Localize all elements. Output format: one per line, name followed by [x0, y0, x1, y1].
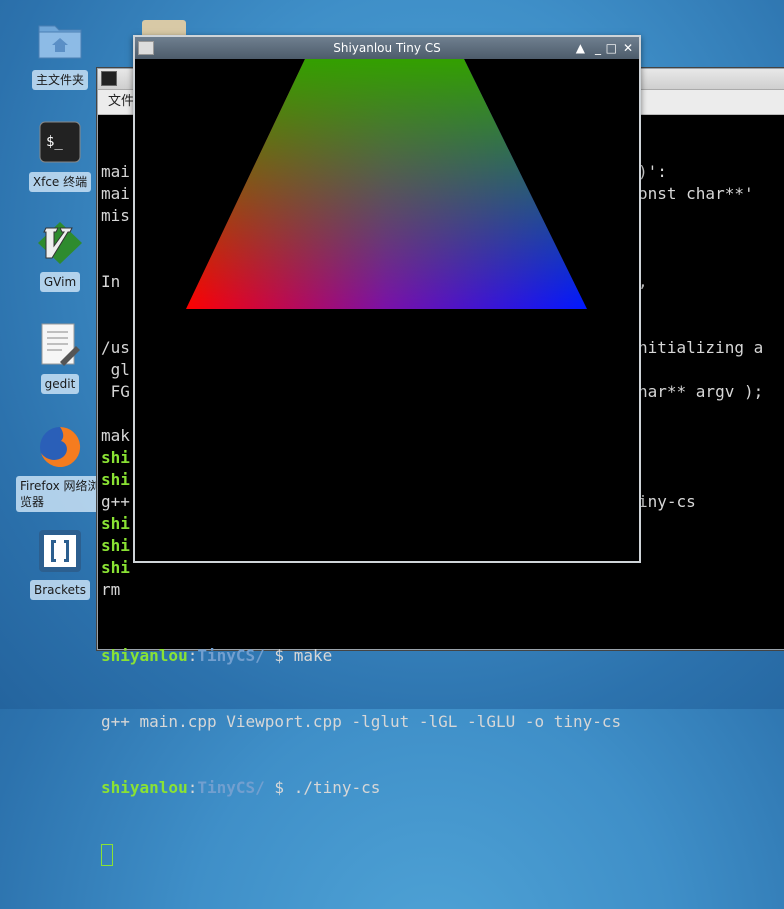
command-text: ./tiny-cs	[293, 778, 381, 797]
desktop-icon-firefox[interactable]: Firefox 网络浏览器	[14, 424, 106, 512]
terminal-line-right: onst char**'	[638, 184, 764, 203]
desktop-icon-gedit[interactable]: gedit	[20, 322, 100, 394]
command-text: make	[293, 646, 333, 665]
terminal-line-left: shi	[101, 558, 130, 577]
terminal-line-left: shi	[101, 536, 130, 555]
vim-icon	[36, 220, 84, 268]
terminal-line: shiyanlou:TinyCS/ $ make	[101, 645, 784, 667]
prompt-user: shiyanlou	[101, 646, 188, 665]
gl-render-canvas	[186, 59, 587, 309]
desktop-icon-brackets[interactable]: Brackets	[20, 528, 100, 600]
terminal-line-left: /us	[101, 338, 130, 357]
terminal-line-left: shi	[101, 448, 130, 467]
prompt-sep: :	[187, 778, 198, 797]
desktop-icon-label: GVim	[39, 272, 81, 292]
terminal-icon: $_	[36, 120, 84, 168]
terminal-line-left: gl	[101, 360, 130, 379]
gradient-overlay	[186, 59, 587, 309]
terminal-line-left: g++	[101, 492, 130, 511]
terminal-line: rm	[101, 579, 784, 601]
window-title: Shiyanlou Tiny CS	[333, 41, 441, 55]
terminal-line-left: mai	[101, 184, 130, 203]
window-menu-icon[interactable]	[138, 41, 154, 55]
terminal-line-right: iny-cs	[638, 492, 696, 511]
maximize-icon[interactable]: □	[606, 37, 617, 59]
prompt-path: TinyCS/	[197, 646, 265, 665]
gl-window-titlebar[interactable]: Shiyanlou Tiny CS ▲ _ □ ✕	[135, 37, 639, 59]
svg-text:$_: $_	[46, 134, 63, 150]
menu-file[interactable]: 文件	[108, 94, 134, 109]
minimize-icon[interactable]: _	[595, 37, 601, 59]
terminal-line-left: FG	[101, 382, 130, 401]
prompt-user: shiyanlou	[101, 778, 188, 797]
terminal-line-right: har** argv );	[638, 382, 764, 401]
desktop-icon-gvim[interactable]: GVim	[20, 220, 100, 292]
prompt-sep: :	[187, 646, 198, 665]
terminal-line-left: shi	[101, 470, 130, 489]
terminal-line-left: shi	[101, 514, 130, 533]
desktop-icon-label: Brackets	[30, 580, 90, 600]
text-editor-icon	[36, 322, 84, 370]
prompt-symbol: $	[264, 646, 294, 665]
desktop-icon-label: 主文件夹	[31, 70, 88, 90]
close-icon[interactable]: ✕	[623, 37, 633, 59]
brackets-icon	[36, 528, 84, 576]
terminal-line-right: )':	[638, 162, 667, 181]
desktop-icon-label: Firefox 网络浏览器	[16, 476, 104, 512]
terminal-line-left: mak	[101, 426, 130, 445]
prompt-symbol: $	[264, 778, 294, 797]
terminal-line-left: In	[101, 272, 130, 291]
terminal-line-left: mai	[101, 162, 130, 181]
command-output: g++ main.cpp Viewport.cpp -lglut -lGL -l…	[101, 712, 622, 731]
terminal-line	[101, 843, 784, 866]
terminal-line: shiyanlou:TinyCS/ $ ./tiny-cs	[101, 777, 784, 799]
terminal-line: g++ main.cpp Viewport.cpp -lglut -lGL -l…	[101, 711, 784, 733]
prompt-path: TinyCS/	[197, 778, 265, 797]
shade-icon[interactable]: ▲	[576, 37, 585, 59]
terminal-line-left: mis	[101, 206, 130, 225]
terminal-line-right: nitializing a	[638, 338, 764, 357]
firefox-icon	[36, 424, 84, 472]
opengl-window[interactable]: Shiyanlou Tiny CS ▲ _ □ ✕	[133, 35, 641, 563]
desktop-icon-label: gedit	[40, 374, 80, 394]
desktop-icon-home[interactable]: 主文件夹	[20, 18, 100, 90]
terminal-line-left: rm	[101, 580, 130, 599]
desktop-icon-label: Xfce 终端	[28, 172, 92, 192]
terminal-app-icon	[101, 71, 117, 86]
desktop-icon-partial[interactable]	[142, 20, 186, 36]
folder-icon	[36, 18, 84, 66]
terminal-cursor	[101, 843, 113, 866]
desktop-icon-terminal[interactable]: $_ Xfce 终端	[20, 120, 100, 192]
